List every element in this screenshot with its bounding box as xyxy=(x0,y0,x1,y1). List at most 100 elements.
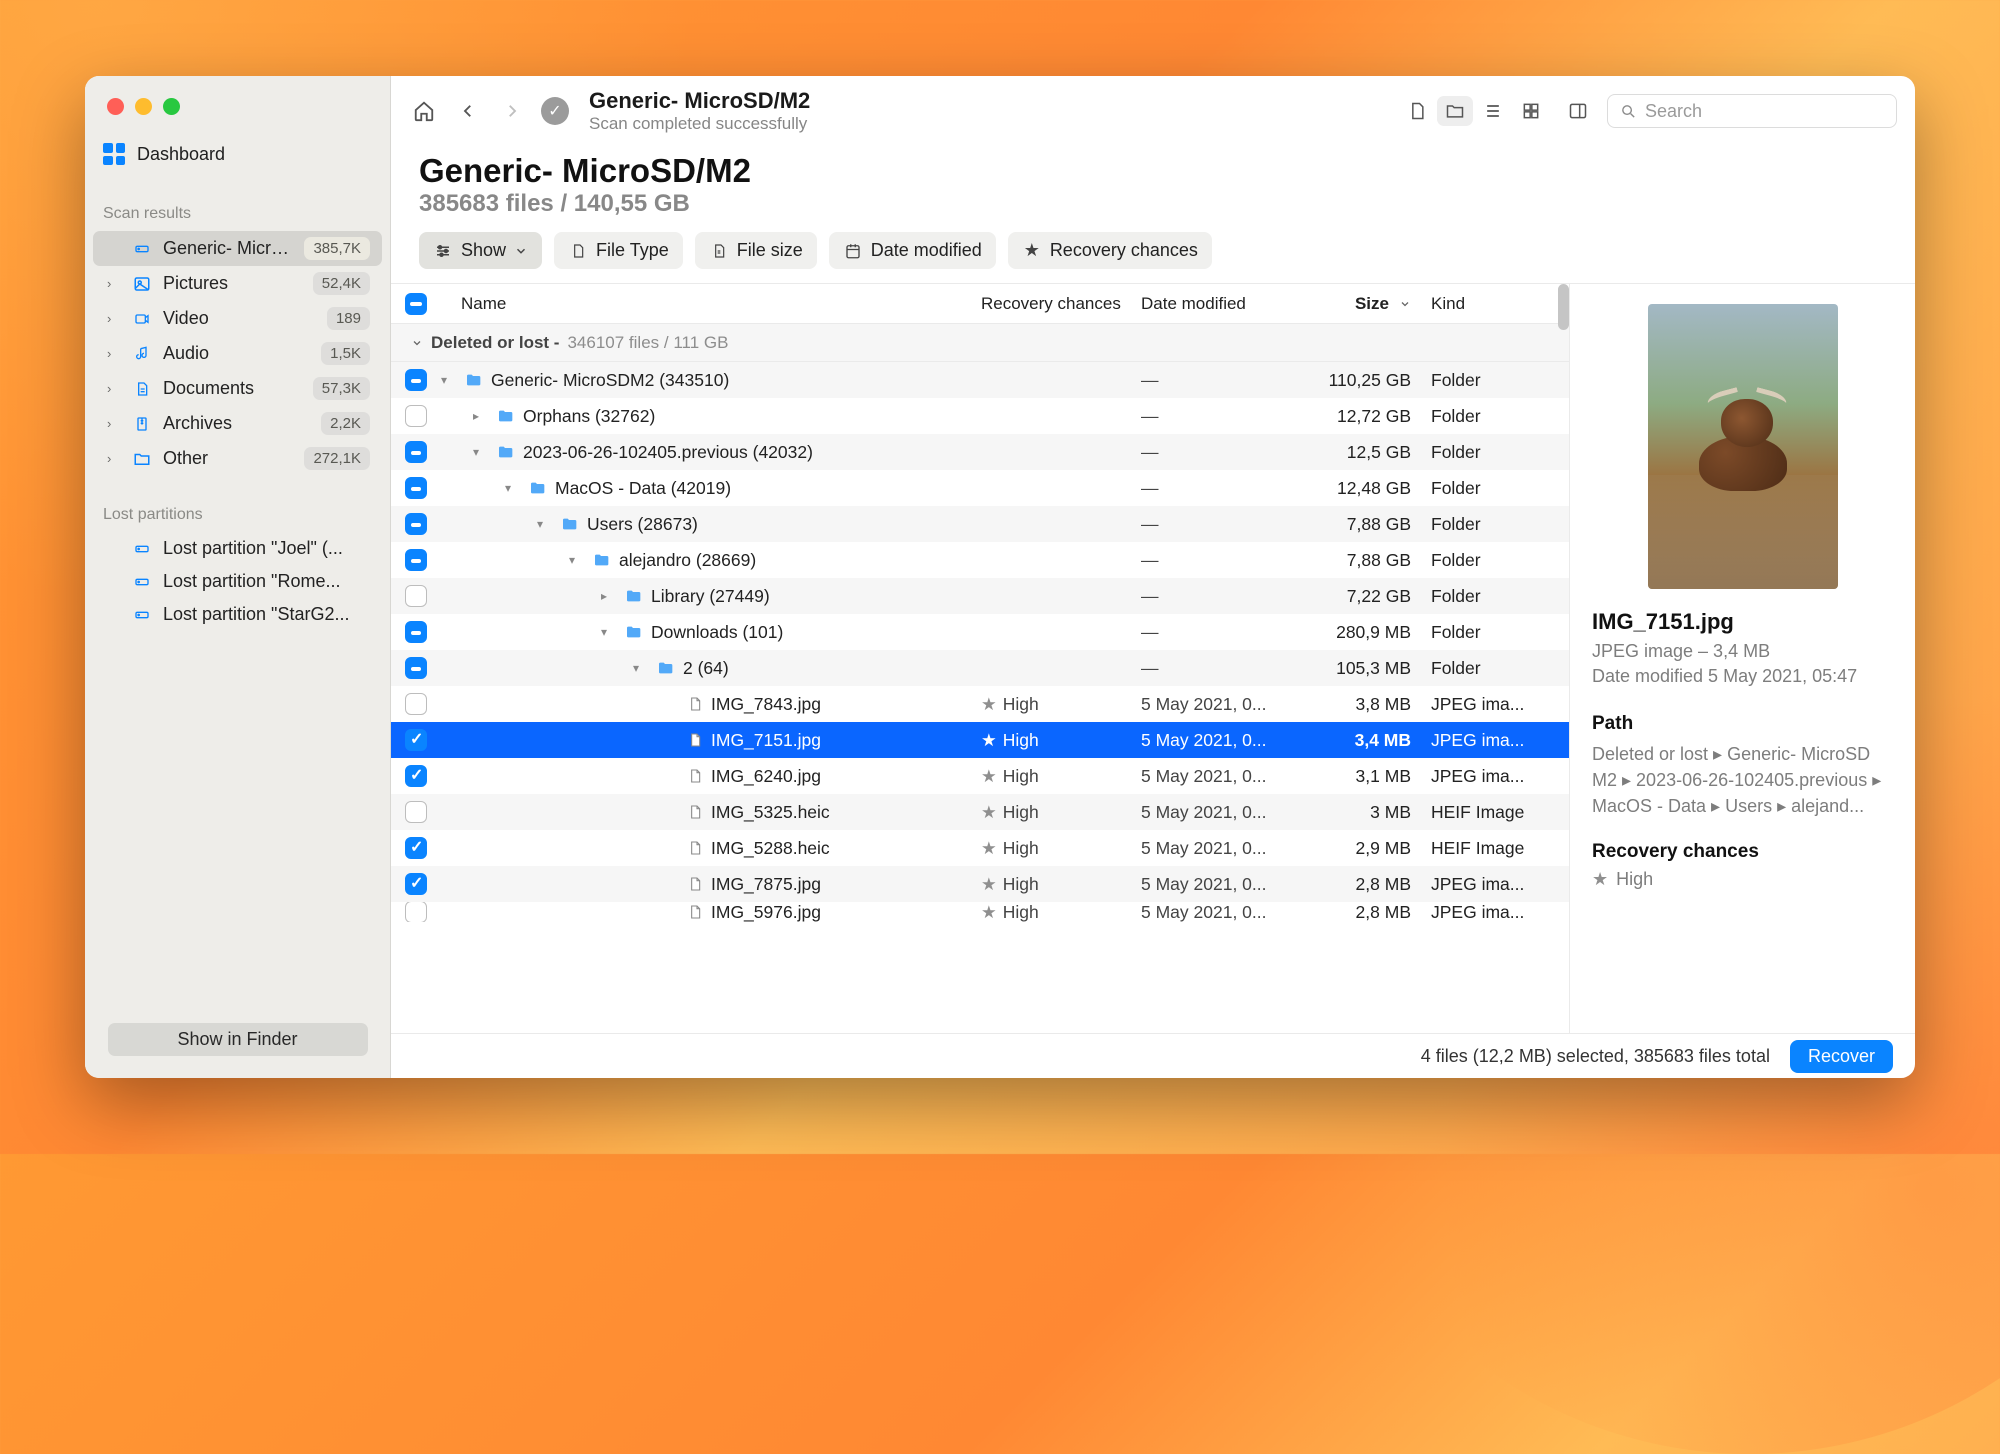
col-size[interactable]: Size xyxy=(1311,294,1431,314)
chevron-down-icon[interactable]: ▾ xyxy=(473,445,487,459)
row-checkbox[interactable] xyxy=(405,837,427,859)
back-button[interactable] xyxy=(453,96,483,126)
table-row[interactable]: IMG_7875.jpg★High5 May 2021, 0...2,8 MBJ… xyxy=(391,866,1569,902)
table-row[interactable]: IMG_7151.jpg★High5 May 2021, 0...3,4 MBJ… xyxy=(391,722,1569,758)
sidebar-lost-partition[interactable]: Lost partition "Joel" (... xyxy=(93,532,382,565)
view-folder-button[interactable] xyxy=(1437,96,1473,126)
date-cell: 5 May 2021, 0... xyxy=(1141,730,1311,751)
table-row[interactable]: ▸Orphans (32762)—12,72 GBFolder xyxy=(391,398,1569,434)
star-icon: ★ xyxy=(981,838,997,859)
file-size-filter[interactable]: File size xyxy=(695,232,817,269)
row-checkbox[interactable] xyxy=(405,369,427,391)
close-button[interactable] xyxy=(107,98,124,115)
page-subtitle: 385683 files / 140,55 GB xyxy=(419,190,1887,218)
table-row[interactable]: IMG_6240.jpg★High5 May 2021, 0...3,1 MBJ… xyxy=(391,758,1569,794)
table-row[interactable]: IMG_5288.heic★High5 May 2021, 0...2,9 MB… xyxy=(391,830,1569,866)
chevron-down-icon[interactable]: ▾ xyxy=(569,553,583,567)
row-checkbox[interactable] xyxy=(405,693,427,715)
date-modified-filter[interactable]: Date modified xyxy=(829,232,996,269)
row-checkbox[interactable] xyxy=(405,621,427,643)
chevron-down-icon[interactable]: ▾ xyxy=(633,661,647,675)
sidebar-item-other[interactable]: ›Other272,1K xyxy=(93,441,382,476)
sidebar-item-video[interactable]: ›Video189 xyxy=(93,301,382,336)
sidebar-item-archive[interactable]: ›Archives2,2K xyxy=(93,406,382,441)
view-list-button[interactable] xyxy=(1475,96,1511,126)
recovery-chances-filter[interactable]: ★Recovery chances xyxy=(1008,232,1212,269)
row-checkbox[interactable] xyxy=(405,657,427,679)
row-checkbox[interactable] xyxy=(405,513,427,535)
row-checkbox[interactable] xyxy=(405,902,427,922)
group-header[interactable]: Deleted or lost - 346107 files / 111 GB xyxy=(391,324,1569,362)
minimize-button[interactable] xyxy=(135,98,152,115)
filter-bar: Show File Type File size Date modified ★… xyxy=(391,232,1915,283)
chevron-right-icon[interactable]: ▸ xyxy=(473,409,487,423)
col-kind[interactable]: Kind xyxy=(1431,294,1561,314)
table-row[interactable]: IMG_5976.jpg★High5 May 2021, 0...2,8 MBJ… xyxy=(391,902,1569,922)
toggle-preview-button[interactable] xyxy=(1563,96,1593,126)
row-checkbox[interactable] xyxy=(405,873,427,895)
sidebar-item-audio[interactable]: ›Audio1,5K xyxy=(93,336,382,371)
row-checkbox[interactable] xyxy=(405,441,427,463)
row-checkbox[interactable] xyxy=(405,549,427,571)
show-filter-button[interactable]: Show xyxy=(419,232,542,269)
row-checkbox[interactable] xyxy=(405,729,427,751)
file-name: IMG_7843.jpg xyxy=(711,694,821,715)
kind-cell: Folder xyxy=(1431,370,1561,391)
col-recovery[interactable]: Recovery chances xyxy=(981,294,1141,314)
maximize-button[interactable] xyxy=(163,98,180,115)
row-checkbox[interactable] xyxy=(405,585,427,607)
audio-icon xyxy=(131,344,153,364)
search-input[interactable] xyxy=(1645,101,1884,122)
sidebar-lost-partition[interactable]: Lost partition "Rome... xyxy=(93,565,382,598)
chevron-down-icon[interactable]: ▾ xyxy=(441,373,455,387)
chevron-down-icon[interactable]: ▾ xyxy=(601,625,615,639)
row-checkbox[interactable] xyxy=(405,801,427,823)
chevron-down-icon[interactable]: ▾ xyxy=(505,481,519,495)
table-row[interactable]: ▾alejandro (28669)—7,88 GBFolder xyxy=(391,542,1569,578)
home-button[interactable] xyxy=(409,96,439,126)
scrollbar[interactable] xyxy=(1558,284,1569,330)
table-row[interactable]: ▾MacOS - Data (42019)—12,48 GBFolder xyxy=(391,470,1569,506)
preview-path: Deleted or lost ▸ Generic- MicroSD M2 ▸ … xyxy=(1592,741,1893,819)
table-row[interactable]: ▾Generic- MicroSDM2 (343510)—110,25 GBFo… xyxy=(391,362,1569,398)
sidebar-item-label: Generic- Micro... xyxy=(163,238,294,259)
sidebar-lost-partition[interactable]: Lost partition "StarG2... xyxy=(93,598,382,631)
select-all-checkbox[interactable] xyxy=(405,293,427,315)
show-in-finder-button[interactable]: Show in Finder xyxy=(108,1023,368,1056)
window-controls xyxy=(85,76,390,133)
sidebar: Dashboard Scan results Generic- Micro...… xyxy=(85,76,391,1078)
table-row[interactable]: ▸Library (27449)—7,22 GBFolder xyxy=(391,578,1569,614)
sidebar-item-count: 189 xyxy=(327,307,370,330)
forward-button[interactable] xyxy=(497,96,527,126)
preview-filename: IMG_7151.jpg xyxy=(1592,609,1893,635)
col-name[interactable]: Name xyxy=(441,294,981,314)
table-row[interactable]: IMG_7843.jpg★High5 May 2021, 0...3,8 MBJ… xyxy=(391,686,1569,722)
row-checkbox[interactable] xyxy=(405,477,427,499)
table-row[interactable]: ▾2 (64)—105,3 MBFolder xyxy=(391,650,1569,686)
sidebar-item-picture[interactable]: ›Pictures52,4K xyxy=(93,266,382,301)
table-header: Name Recovery chances Date modified Size… xyxy=(391,284,1569,324)
sidebar-item-drive[interactable]: Generic- Micro...385,7K xyxy=(93,231,382,266)
file-name: IMG_5325.heic xyxy=(711,802,830,823)
date-cell: 5 May 2021, 0... xyxy=(1141,874,1311,895)
table-row[interactable]: ▾2023-06-26-102405.previous (42032)—12,5… xyxy=(391,434,1569,470)
col-date[interactable]: Date modified xyxy=(1141,294,1311,314)
status-bar: 4 files (12,2 MB) selected, 385683 files… xyxy=(391,1033,1915,1078)
dashboard-link[interactable]: Dashboard xyxy=(85,133,390,175)
recover-button[interactable]: Recover xyxy=(1790,1040,1893,1073)
chevron-right-icon[interactable]: ▸ xyxy=(601,589,615,603)
view-file-button[interactable] xyxy=(1399,96,1435,126)
table-row[interactable]: ▾Users (28673)—7,88 GBFolder xyxy=(391,506,1569,542)
chevron-down-icon[interactable]: ▾ xyxy=(537,517,551,531)
search-box[interactable] xyxy=(1607,94,1897,128)
file-name: Users (28673) xyxy=(587,514,698,535)
table-row[interactable]: ▾Downloads (101)—280,9 MBFolder xyxy=(391,614,1569,650)
kind-cell: Folder xyxy=(1431,586,1561,607)
view-grid-button[interactable] xyxy=(1513,96,1549,126)
kind-cell: JPEG ima... xyxy=(1431,766,1561,787)
row-checkbox[interactable] xyxy=(405,765,427,787)
row-checkbox[interactable] xyxy=(405,405,427,427)
file-type-filter[interactable]: File Type xyxy=(554,232,683,269)
table-row[interactable]: IMG_5325.heic★High5 May 2021, 0...3 MBHE… xyxy=(391,794,1569,830)
sidebar-item-document[interactable]: ›Documents57,3K xyxy=(93,371,382,406)
